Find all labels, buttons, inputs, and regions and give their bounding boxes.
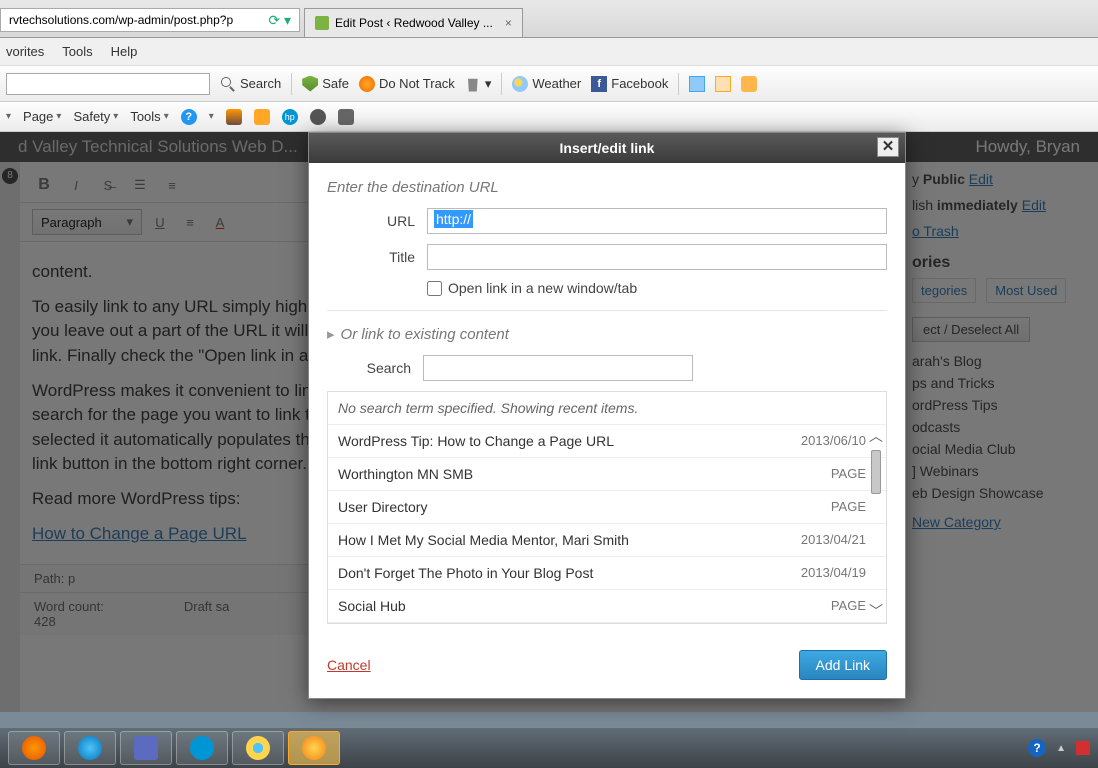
cancel-button[interactable]: Cancel xyxy=(327,657,371,673)
hp-icon xyxy=(190,736,214,760)
browser-toolbar-secondary: Page Safety Tools ?▾ hp xyxy=(0,102,1098,132)
close-tab-icon[interactable]: × xyxy=(505,16,512,30)
page-menu[interactable]: Page xyxy=(23,109,61,124)
open-new-tab-checkbox[interactable] xyxy=(427,281,442,296)
facebook-icon: f xyxy=(591,76,607,92)
title-input[interactable] xyxy=(427,244,887,270)
scrollbar[interactable]: ︿ ﹀ xyxy=(868,426,884,621)
torch-icon[interactable] xyxy=(226,109,242,125)
weather-icon xyxy=(512,76,528,92)
globe-icon xyxy=(302,736,326,760)
taskbar-app[interactable] xyxy=(64,731,116,765)
menu-favorites[interactable]: vorites xyxy=(6,44,44,59)
dialog-title: Insert/edit link xyxy=(560,140,655,156)
dialog-title-bar[interactable]: Insert/edit link ✕ xyxy=(309,133,905,163)
search-input[interactable] xyxy=(423,355,693,381)
open-new-tab-label: Open link in a new window/tab xyxy=(448,280,637,296)
dialog-hint: Enter the destination URL xyxy=(327,179,887,196)
menu-bar: vorites Tools Help xyxy=(0,38,1098,66)
results-list: No search term specified. Showing recent… xyxy=(327,391,887,624)
hp-icon[interactable]: hp xyxy=(282,109,298,125)
shield-icon xyxy=(302,76,318,92)
safe-button[interactable]: Safe xyxy=(302,76,349,92)
brush-icon[interactable] xyxy=(254,109,270,125)
find-icon[interactable] xyxy=(741,76,757,92)
weather-button[interactable]: Weather xyxy=(512,76,581,92)
dnt-button[interactable]: Do Not Track xyxy=(359,76,455,92)
safety-menu[interactable]: Safety xyxy=(73,109,118,124)
ie-icon xyxy=(246,736,270,760)
media-player-icon xyxy=(22,736,46,760)
taskbar-browser-active[interactable] xyxy=(288,731,340,765)
doc-icon[interactable] xyxy=(689,76,705,92)
url-label: URL xyxy=(327,213,427,229)
result-item[interactable]: Social HubPAGE xyxy=(328,590,886,623)
trash-icon xyxy=(465,76,481,92)
taskbar-media-player[interactable] xyxy=(8,731,60,765)
tray-help-icon[interactable]: ? xyxy=(1028,739,1046,757)
scroll-down-icon[interactable]: ﹀ xyxy=(869,601,883,621)
result-item[interactable]: WordPress Tip: How to Change a Page URL2… xyxy=(328,425,886,458)
windows-taskbar: ? ▲ xyxy=(0,728,1098,768)
wordpress-icon[interactable] xyxy=(310,109,326,125)
desktop-icon xyxy=(134,736,158,760)
menu-help[interactable]: Help xyxy=(111,44,138,59)
browser-toolbar: Search Safe Do Not Track ▾ Weather fFace… xyxy=(0,66,1098,102)
help-icon[interactable]: ? xyxy=(181,109,197,125)
browser-tab-strip: rvtechsolutions.com/wp-admin/post.php?p … xyxy=(0,0,1098,38)
link-existing-toggle[interactable]: Or link to existing content xyxy=(327,325,887,343)
insert-link-dialog: Insert/edit link ✕ Enter the destination… xyxy=(308,132,906,699)
toolbar-search-input[interactable] xyxy=(6,73,210,95)
add-link-button[interactable]: Add Link xyxy=(799,650,887,680)
scroll-up-icon[interactable]: ︿ xyxy=(869,426,883,446)
trash-menu[interactable]: ▾ xyxy=(465,76,492,92)
circle-icon xyxy=(78,736,102,760)
result-item[interactable]: Don't Forget The Photo in Your Blog Post… xyxy=(328,557,886,590)
results-hint: No search term specified. Showing recent… xyxy=(328,392,886,425)
separator xyxy=(678,73,679,95)
taskbar-desktop[interactable] xyxy=(120,731,172,765)
search-button[interactable]: Search xyxy=(220,76,281,92)
browser-tab[interactable]: Edit Post ‹ Redwood Valley ... × xyxy=(304,8,523,38)
address-bar[interactable]: rvtechsolutions.com/wp-admin/post.php?p … xyxy=(0,8,300,32)
gear-icon[interactable] xyxy=(338,109,354,125)
url-input[interactable]: http:// xyxy=(427,208,887,234)
scroll-thumb[interactable] xyxy=(871,450,881,494)
title-label: Title xyxy=(327,249,427,265)
menu-tools[interactable]: Tools xyxy=(62,44,92,59)
tools-menu[interactable]: Tools xyxy=(130,109,168,124)
result-item[interactable]: User DirectoryPAGE xyxy=(328,491,886,524)
result-item[interactable]: Worthington MN SMBPAGE xyxy=(328,458,886,491)
url-text: rvtechsolutions.com/wp-admin/post.php?p xyxy=(9,13,233,27)
taskbar-hp[interactable] xyxy=(176,731,228,765)
home-menu[interactable] xyxy=(6,111,11,122)
site-favicon-icon xyxy=(315,16,329,30)
separator xyxy=(291,73,292,95)
tab-title: Edit Post ‹ Redwood Valley ... xyxy=(335,16,493,30)
facebook-button[interactable]: fFacebook xyxy=(591,76,668,92)
close-dialog-button[interactable]: ✕ xyxy=(877,137,899,157)
system-tray: ? ▲ xyxy=(1028,739,1090,757)
result-item[interactable]: How I Met My Social Media Mentor, Mari S… xyxy=(328,524,886,557)
do-not-track-icon xyxy=(359,76,375,92)
tray-show-hidden-icon[interactable]: ▲ xyxy=(1056,743,1066,754)
refresh-icon[interactable]: ⟳ ▾ xyxy=(268,12,291,29)
search-icon xyxy=(220,76,236,92)
tray-action-center-icon[interactable] xyxy=(1076,741,1090,755)
taskbar-ie[interactable] xyxy=(232,731,284,765)
note-icon[interactable] xyxy=(715,76,731,92)
search-label: Search xyxy=(327,360,423,376)
separator xyxy=(501,73,502,95)
